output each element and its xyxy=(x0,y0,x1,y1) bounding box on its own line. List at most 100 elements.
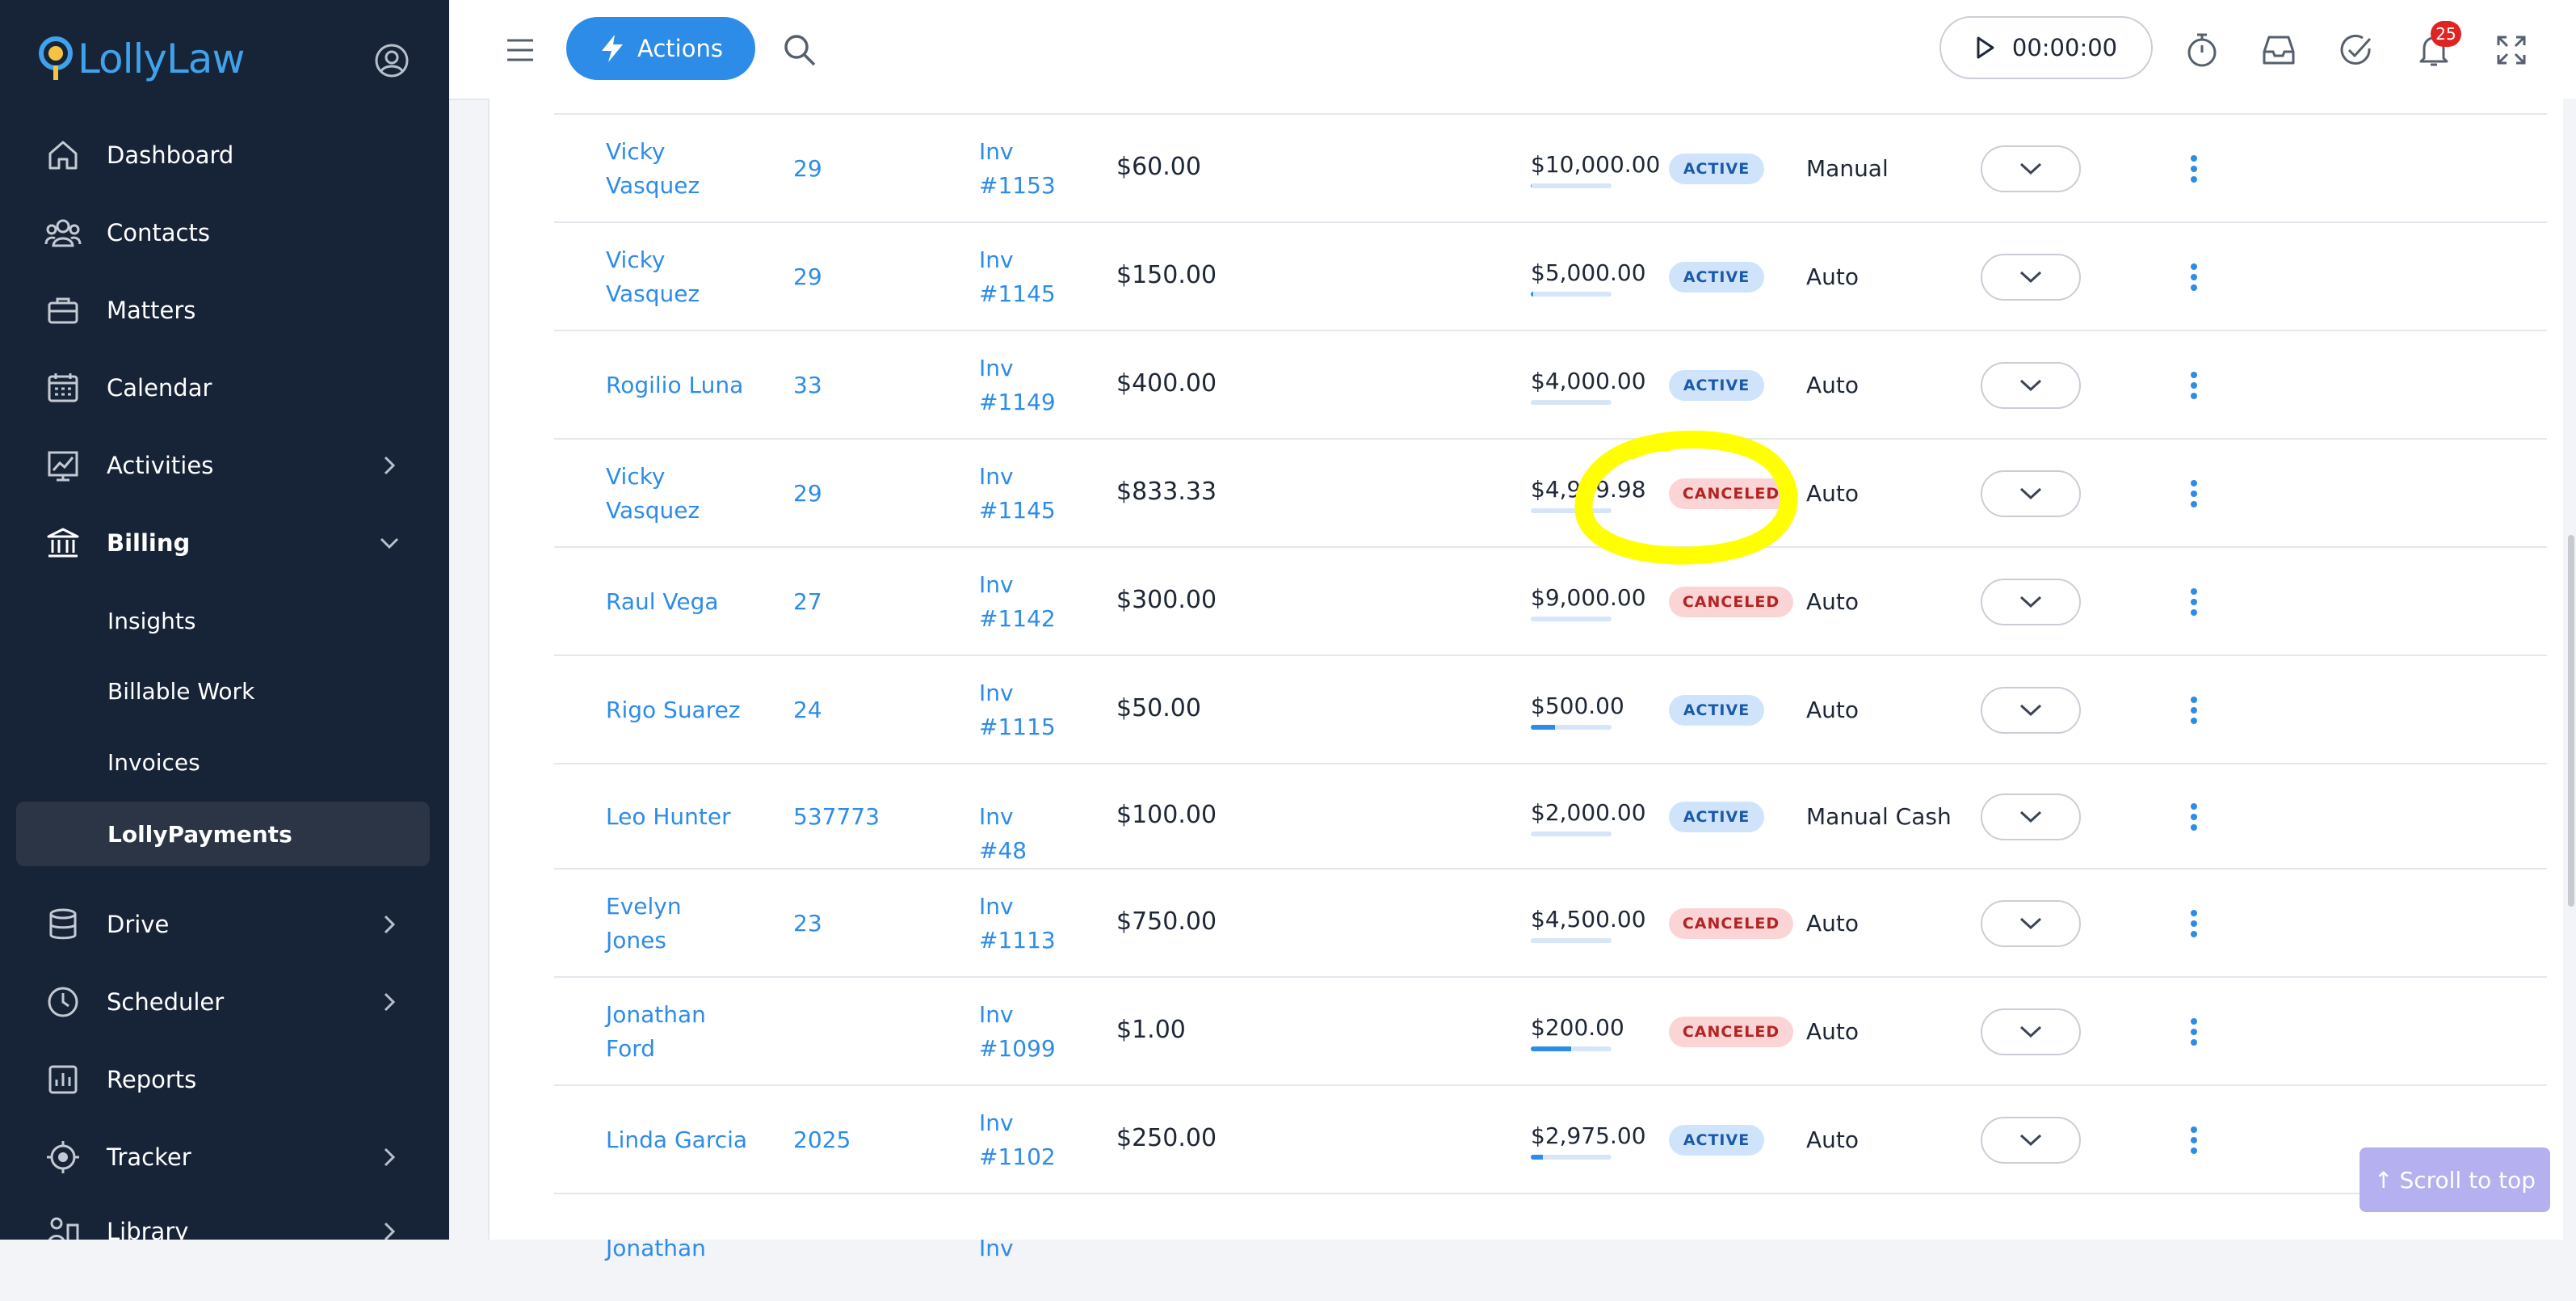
matter-number-link[interactable]: 29 xyxy=(793,477,822,511)
client-name-link[interactable]: Rogilio Luna xyxy=(606,368,751,402)
status-badge: ACTIVE xyxy=(1669,154,1764,184)
invoice-link[interactable]: Inv #1149 xyxy=(979,352,1068,419)
user-profile-icon[interactable] xyxy=(373,42,410,79)
client-name-link[interactable]: Vicky Vasquez xyxy=(606,460,751,528)
client-name-link[interactable]: Vicky Vasquez xyxy=(606,135,751,203)
table-row: Vicky Vasquez 29 Inv #1145 $833.33 $4,999.98 CA… xyxy=(554,438,2547,546)
matter-number-link[interactable]: 537773 xyxy=(793,800,880,834)
nav-activities[interactable]: Activities xyxy=(16,433,430,498)
status-badge: CANCELED xyxy=(1669,1017,1793,1047)
row-options-button[interactable] xyxy=(2178,582,2210,622)
row-options-button[interactable] xyxy=(2178,797,2210,837)
nav-dashboard[interactable]: Dashboard xyxy=(16,123,430,187)
matter-number-link[interactable]: 29 xyxy=(793,260,822,294)
client-name-line: Evelyn xyxy=(606,893,682,920)
client-name-link[interactable]: Evelyn Jones xyxy=(606,890,751,958)
invoice-link[interactable]: Inv #1113 xyxy=(979,890,1068,958)
invoice-link[interactable]: Inv #1102 xyxy=(979,1106,1068,1174)
client-name-link[interactable]: Vicky Vasquez xyxy=(606,243,751,311)
hamburger-menu-icon[interactable] xyxy=(502,32,538,68)
row-options-button[interactable] xyxy=(2178,365,2210,406)
invoice-link[interactable]: Inv #1115 xyxy=(979,676,1068,744)
client-name-link[interactable]: Jonathan Ford xyxy=(606,998,751,1066)
row-options-button[interactable] xyxy=(2178,149,2210,189)
expand-row-button[interactable] xyxy=(1981,145,2081,192)
matter-number-link[interactable]: 2025 xyxy=(793,1123,851,1157)
expand-row-button[interactable] xyxy=(1981,900,2081,947)
payment-amount: $400.00 xyxy=(1116,369,1217,398)
client-name-link[interactable]: Raul Vega xyxy=(606,585,751,619)
client-name-link[interactable]: Linda Garcia xyxy=(606,1123,751,1157)
nav-billing[interactable]: Billing xyxy=(16,511,430,575)
scrollbar-thumb[interactable] xyxy=(2568,535,2574,907)
task-check-icon[interactable] xyxy=(2337,31,2376,69)
client-name-line: Rogilio Luna xyxy=(606,372,744,398)
matter-number-link[interactable]: 27 xyxy=(793,585,822,619)
scroll-to-top-button[interactable]: ↑ Scroll to top xyxy=(2360,1147,2550,1212)
invoice-link[interactable]: Inv xyxy=(979,1232,1068,1265)
inbox-icon[interactable] xyxy=(2259,31,2298,69)
nav-drive[interactable]: Drive xyxy=(16,892,430,957)
row-options-button[interactable] xyxy=(2178,474,2210,514)
invoice-link[interactable]: Inv #1153 xyxy=(979,135,1068,203)
client-name-link[interactable]: Jonathan xyxy=(606,1232,751,1265)
client-name-link[interactable]: Leo Hunter xyxy=(606,800,751,834)
invoice-link[interactable]: Inv #1099 xyxy=(979,998,1068,1066)
table-row: Evelyn Jones 23 Inv #1113 $750.00 $4,500.00 CAN… xyxy=(554,868,2547,976)
nav-label: Contacts xyxy=(107,219,210,246)
nav-contacts[interactable]: Contacts xyxy=(16,200,430,265)
target-icon xyxy=(42,1136,84,1178)
nav-billing-insights[interactable]: Insights xyxy=(16,588,430,653)
nav-label: Drive xyxy=(107,911,170,938)
expand-row-button[interactable] xyxy=(1981,1117,2081,1164)
logo[interactable]: LollyLaw xyxy=(37,32,245,86)
invoice-link[interactable]: Inv #1145 xyxy=(979,460,1068,528)
nav-billing-invoices[interactable]: Invoices xyxy=(16,730,430,794)
more-vertical-icon xyxy=(2191,372,2197,399)
progress-fill xyxy=(1531,725,1555,730)
expand-row-button[interactable] xyxy=(1981,470,2081,517)
client-name-link[interactable]: Rigo Suarez xyxy=(606,693,751,727)
expand-row-button[interactable] xyxy=(1981,794,2081,840)
expand-row-button[interactable] xyxy=(1981,1008,2081,1055)
library-icon xyxy=(42,1210,84,1240)
row-options-button[interactable] xyxy=(2178,257,2210,297)
fullscreen-icon[interactable] xyxy=(2492,31,2531,69)
nav-library[interactable]: Library xyxy=(16,1199,430,1240)
nav-billing-lollypayments[interactable]: LollyPayments xyxy=(16,802,430,866)
invoice-link[interactable]: Inv #1145 xyxy=(979,243,1068,311)
payment-mode: Auto xyxy=(1806,263,1860,290)
payment-progress-bar xyxy=(1531,292,1612,297)
expand-row-button[interactable] xyxy=(1981,687,2081,734)
matter-number-link[interactable]: 29 xyxy=(793,152,822,186)
timer-button[interactable]: 00:00:00 xyxy=(1939,16,2153,79)
sub-label: Insights xyxy=(107,607,196,634)
invoice-link[interactable]: Inv #1142 xyxy=(979,568,1068,636)
clock-icon xyxy=(42,981,84,1023)
row-options-button[interactable] xyxy=(2178,903,2210,944)
plan-total: $10,000.00 xyxy=(1531,151,1661,178)
row-options-button[interactable] xyxy=(2178,690,2210,730)
nav-tracker[interactable]: Tracker xyxy=(16,1125,430,1189)
play-icon xyxy=(1977,36,1994,59)
row-options-button[interactable] xyxy=(2178,1120,2210,1160)
matter-number-link[interactable]: 23 xyxy=(793,907,822,941)
matter-number-link[interactable]: 33 xyxy=(793,368,822,402)
search-icon[interactable] xyxy=(780,31,819,69)
scrollbar[interactable] xyxy=(2563,99,2576,1240)
nav-reports[interactable]: Reports xyxy=(16,1047,430,1112)
row-options-button[interactable] xyxy=(2178,1012,2210,1052)
nav-billing-billable-work[interactable]: Billable Work xyxy=(16,659,430,723)
expand-row-button[interactable] xyxy=(1981,362,2081,409)
payment-amount: $250.00 xyxy=(1116,1124,1217,1152)
nav-scheduler[interactable]: Scheduler xyxy=(16,970,430,1034)
stopwatch-icon[interactable] xyxy=(2183,31,2221,69)
table-row: Vicky Vasquez 29 Inv #1145 $150.00 $5,000.00 AC… xyxy=(554,221,2547,330)
actions-button[interactable]: Actions xyxy=(566,17,755,80)
invoice-link[interactable]: Inv #48 xyxy=(979,800,1068,868)
nav-matters[interactable]: Matters xyxy=(16,278,430,343)
matter-number-link[interactable]: 24 xyxy=(793,693,822,727)
expand-row-button[interactable] xyxy=(1981,579,2081,625)
expand-row-button[interactable] xyxy=(1981,254,2081,301)
nav-calendar[interactable]: Calendar xyxy=(16,356,430,420)
